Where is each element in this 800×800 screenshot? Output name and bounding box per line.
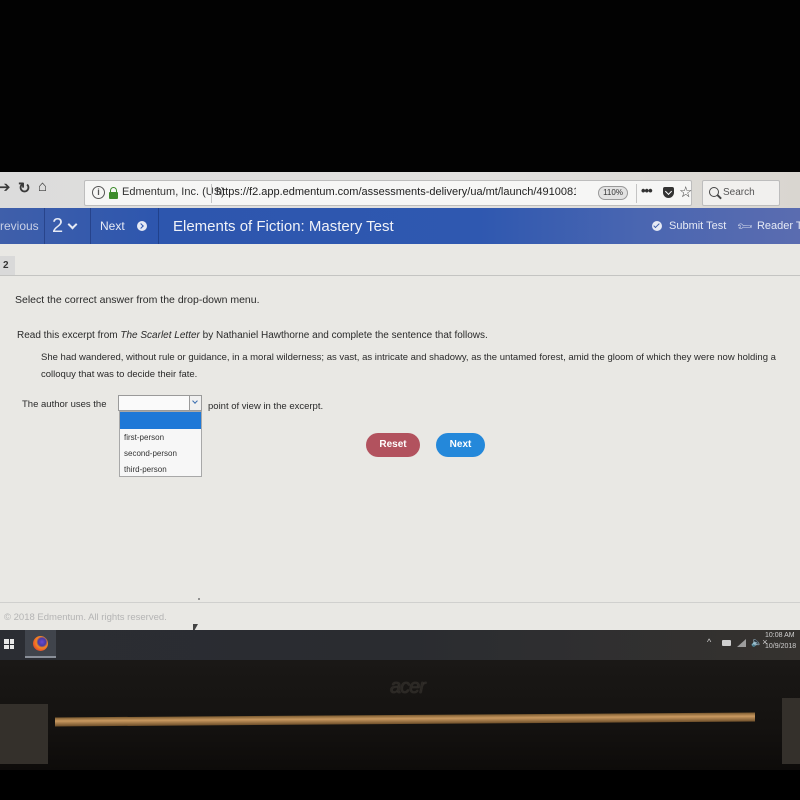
point-of-view-select[interactable] — [118, 395, 202, 411]
excerpt-line: She had wandered, without rule or guidan… — [41, 352, 776, 363]
more-actions-icon[interactable]: ••• — [641, 183, 653, 198]
reader-tools-label: Reader To — [756, 220, 800, 232]
footer-divider — [0, 602, 800, 603]
next-question-button[interactable]: Next — [100, 208, 147, 244]
firefox-icon — [33, 636, 48, 651]
hinge-right — [782, 698, 800, 764]
background-top — [0, 0, 800, 172]
excerpt: She had wandered, without rule or guidan… — [41, 349, 800, 383]
excerpt-line: colloquy that was to decide their fate. — [41, 369, 198, 380]
search-icon — [709, 187, 719, 197]
hinge-bar — [55, 712, 755, 727]
browser-toolbar: ➔ ↻ ⌂ i Edmentum, Inc. (US) https://f2.a… — [0, 172, 800, 212]
divider — [636, 184, 637, 203]
prompt-before: Read this excerpt from — [17, 330, 121, 341]
site-identity: Edmentum, Inc. (US) — [122, 186, 225, 198]
pocket-icon[interactable] — [663, 187, 674, 198]
divider — [44, 208, 45, 244]
check-circle-icon — [652, 221, 662, 231]
previous-label: revious — [0, 219, 39, 233]
dropdown-list: first-person second-person third-person — [119, 411, 202, 477]
divider — [90, 208, 91, 244]
next-label: Next — [100, 219, 125, 233]
battery-icon[interactable] — [722, 640, 731, 646]
question-selector[interactable]: 2 — [52, 208, 78, 244]
dust-speck — [198, 598, 200, 600]
laptop-bezel: acer — [0, 660, 800, 770]
search-placeholder: Search — [723, 187, 755, 198]
arrow-right-circle-icon — [136, 221, 147, 231]
next-button[interactable]: Next — [436, 433, 485, 457]
copyright-text: © 2018 Edmentum. All rights reserved. — [4, 612, 167, 623]
star-icon[interactable]: ☆ — [679, 183, 692, 201]
question-number: 2 — [52, 214, 64, 237]
chevron-down-icon[interactable] — [189, 396, 201, 410]
brand-logo: acer — [390, 676, 426, 698]
reset-button[interactable]: Reset — [366, 433, 420, 457]
wrench-icon: 🔧︎ — [736, 217, 755, 236]
taskbar-firefox[interactable] — [25, 630, 56, 658]
dropdown-option-blank[interactable] — [120, 412, 201, 429]
zoom-level-badge[interactable]: 110% — [598, 186, 628, 200]
dropdown-option-third-person[interactable]: third-person — [120, 461, 201, 477]
sentence-start: The author uses the — [22, 399, 107, 410]
submit-test-label: Submit Test — [669, 220, 727, 232]
taskbar: ^ 🔈× 10:08 AM 10/9/2018 — [0, 630, 800, 660]
question-number-tab: 2 — [0, 256, 15, 276]
chevron-down-icon — [67, 219, 78, 229]
divider — [158, 208, 159, 244]
windows-start-icon[interactable] — [4, 639, 14, 649]
dropdown-option-second-person[interactable]: second-person — [120, 445, 201, 461]
lock-icon — [109, 187, 118, 199]
test-title: Elements of Fiction: Mastery Test — [173, 217, 394, 235]
sentence-end: point of view in the excerpt. — [208, 401, 324, 412]
wifi-icon[interactable] — [737, 639, 746, 647]
question-prompt: Read this excerpt from The Scarlet Lette… — [17, 330, 488, 341]
reload-icon[interactable]: ↻ — [18, 179, 31, 197]
back-icon[interactable]: ➔ — [0, 178, 11, 196]
search-input[interactable]: Search — [702, 180, 780, 206]
divider — [211, 184, 212, 203]
screen: ➔ ↻ ⌂ i Edmentum, Inc. (US) https://f2.a… — [0, 172, 800, 660]
book-title: The Scarlet Letter — [120, 330, 200, 341]
divider — [0, 275, 800, 276]
reader-tools-button[interactable]: 🔧︎ Reader To — [736, 208, 800, 244]
background-bottom — [0, 770, 800, 800]
previous-button[interactable]: revious — [0, 208, 39, 244]
submit-test-button[interactable]: Submit Test — [652, 208, 726, 244]
instruction-text: Select the correct answer from the drop-… — [15, 294, 260, 306]
address-bar[interactable]: i Edmentum, Inc. (US) https://f2.app.edm… — [84, 180, 692, 206]
home-icon[interactable]: ⌂ — [38, 178, 47, 195]
app-header: revious 2 Next Elements of Fiction: Mast… — [0, 208, 800, 244]
dropdown-option-first-person[interactable]: first-person — [120, 429, 201, 445]
hinge-left — [0, 704, 48, 764]
url-text[interactable]: https://f2.app.edmentum.com/assessments-… — [216, 186, 576, 198]
info-icon[interactable]: i — [92, 186, 105, 199]
prompt-after: by Nathaniel Hawthorne and complete the … — [199, 330, 488, 341]
